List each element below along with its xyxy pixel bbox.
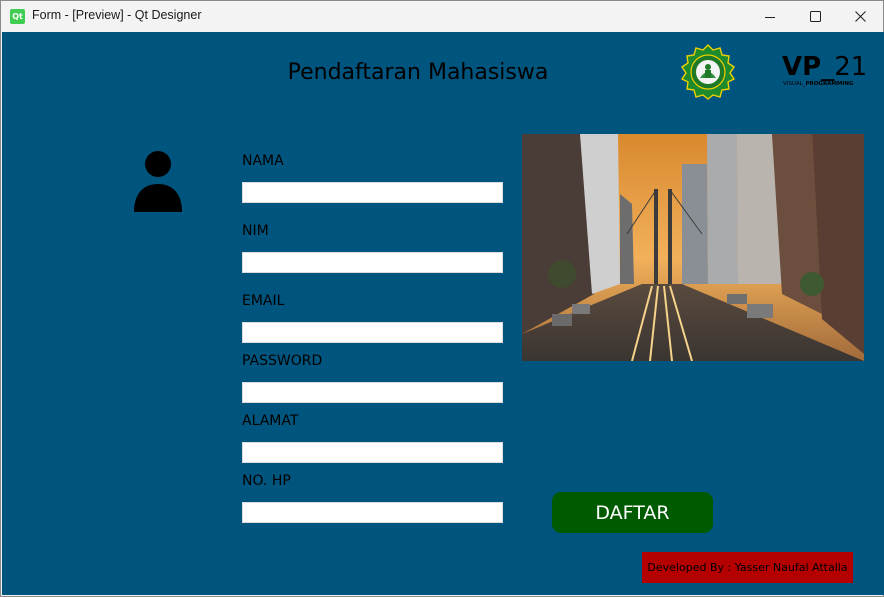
alamat-input[interactable] [242, 442, 503, 463]
alamat-label: ALAMAT [242, 413, 299, 429]
window-title: Form - [Preview] - Qt Designer [32, 8, 202, 22]
password-input[interactable] [242, 382, 503, 403]
no-hp-input[interactable] [242, 502, 503, 523]
qt-logo-icon: Qt [10, 9, 25, 24]
title-bar[interactable]: Qt Form - [Preview] - Qt Designer [1, 1, 883, 32]
app-window: Qt Form - [Preview] - Qt Designer Pendaf… [0, 0, 884, 597]
nim-label: NIM [242, 223, 269, 239]
vp21-logo: VP_21 VISUAL_PROGRAMMING [782, 52, 874, 92]
email-label: EMAIL [242, 293, 285, 309]
registration-form: Pendaftaran Mahasiswa NAMA NIM EMAIL PAS… [2, 32, 884, 595]
vp21-logo-title: VP_21 [782, 52, 868, 82]
nama-label: NAMA [242, 153, 284, 169]
close-button[interactable] [837, 1, 883, 32]
user-avatar-icon [134, 151, 182, 212]
daftar-button[interactable]: DAFTAR [552, 492, 713, 533]
maximize-button[interactable] [792, 1, 838, 32]
university-seal-logo [680, 44, 736, 100]
nim-input[interactable] [242, 252, 503, 273]
no-hp-label: NO. HP [242, 473, 291, 489]
vp21-logo-subtitle: VISUAL_PROGRAMMING [783, 81, 854, 87]
developer-credit: Developed By : Yasser Naufal Attalla [642, 552, 853, 583]
minimize-button[interactable] [747, 1, 793, 32]
maximize-icon [809, 11, 821, 22]
nama-input[interactable] [242, 182, 503, 203]
city-street-photo [522, 134, 864, 361]
email-input[interactable] [242, 322, 503, 343]
close-icon [854, 11, 866, 22]
minimize-icon [765, 16, 775, 18]
password-label: PASSWORD [242, 353, 323, 369]
